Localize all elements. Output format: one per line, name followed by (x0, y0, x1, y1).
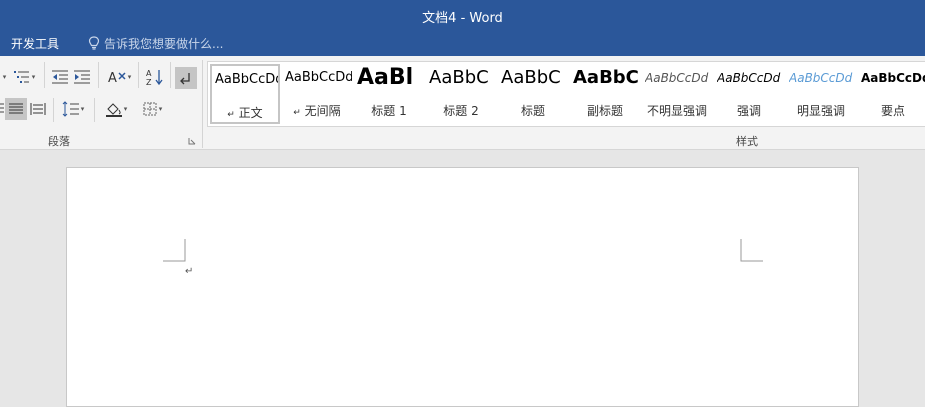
decrease-indent-icon (52, 70, 68, 84)
style-name: 标题 1 (371, 104, 407, 118)
decrease-indent-button[interactable] (50, 67, 70, 87)
margin-corner-top-left (163, 239, 186, 262)
multilevel-list-icon (13, 71, 29, 83)
style-name: ↵ 正文 (227, 106, 263, 120)
style-preview: AaBbCcDd (285, 70, 352, 85)
distributed-button[interactable] (28, 98, 48, 120)
shading-bucket-icon (105, 103, 122, 117)
distributed-align-icon (30, 103, 46, 115)
style-preview: AaBbCcDd (789, 71, 853, 85)
line-spacing-button[interactable]: ▾ (58, 98, 88, 120)
style-preview: AaBbC (573, 67, 639, 88)
bullets-dropdown[interactable]: ▾ (0, 67, 8, 87)
style-preview: AaBl (357, 65, 414, 90)
dialog-launcher-icon (188, 138, 196, 145)
style-name: 要点 (880, 104, 905, 118)
style-preview: AaBbC (501, 67, 561, 88)
paragraph-mark-icon (180, 73, 190, 85)
document-area: ↵ (0, 150, 925, 407)
justify-button[interactable] (5, 98, 27, 120)
tell-me-box[interactable]: 告诉我您想要做什么... (88, 34, 223, 52)
align-left-icon (0, 103, 4, 113)
ribbon: ▾ ▾ A ▾ A Z ▾ ▾ ▾ 段落 AaBbCcDd ↵ 正文 AaBbC… (0, 56, 925, 150)
style-name: 明显强调 (796, 104, 845, 118)
style-name: 强调 (736, 104, 761, 118)
justify-icon (9, 103, 23, 114)
style-name: 不明显强调 (646, 104, 707, 118)
show-marks-button[interactable] (175, 67, 197, 89)
style-strong[interactable]: AaBbCcDd 要点 (858, 64, 925, 124)
style-name: ↵ 无间隔 (293, 104, 341, 118)
chinese-layout-button[interactable]: A ▾ (104, 67, 134, 87)
title-bar: 文档4 - Word (0, 0, 925, 31)
style-no-spacing[interactable]: AaBbCcDd ↵ 无间隔 (282, 64, 352, 124)
chinese-layout-icon: A (108, 71, 126, 85)
style-subtitle[interactable]: AaBbC 副标题 (570, 64, 640, 124)
style-preview: AaBbCcDd (215, 72, 278, 87)
align-left-button[interactable] (0, 98, 4, 120)
svg-text:A: A (146, 69, 152, 78)
style-heading-2[interactable]: AaBbC 标题 2 (426, 64, 496, 124)
shading-button[interactable]: ▾ (100, 98, 132, 120)
line-spacing-icon (62, 101, 79, 117)
tab-developer[interactable]: 开发工具 (11, 35, 59, 52)
borders-grid-icon (143, 102, 157, 116)
style-name: 标题 2 (443, 104, 479, 118)
style-preview: AaBbCcDd (645, 71, 709, 85)
styles-group-label: 样式 (736, 135, 758, 148)
style-subtle-emphasis[interactable]: AaBbCcDd 不明显强调 (642, 64, 712, 124)
borders-button[interactable]: ▾ (136, 98, 168, 120)
style-preview: AaBbCcDd (717, 71, 781, 85)
paragraph-dialog-launcher[interactable] (187, 136, 197, 146)
paragraph-group-label: 段落 (48, 135, 70, 148)
style-name: 标题 (520, 104, 545, 118)
style-emphasis[interactable]: AaBbCcDd 强调 (714, 64, 784, 124)
styles-gallery: AaBbCcDd ↵ 正文 AaBbCcDd ↵ 无间隔 AaBl 标题 1 A… (207, 61, 925, 127)
paragraph-mark: ↵ (185, 266, 194, 277)
menu-bar: 开发工具 告诉我您想要做什么... (0, 31, 925, 56)
style-preview: AaBbC (429, 67, 489, 88)
document-page[interactable]: ↵ (66, 167, 859, 407)
tell-me-input: 告诉我您想要做什么... (104, 36, 224, 51)
sort-button[interactable]: A Z (144, 67, 166, 87)
svg-text:A: A (108, 71, 117, 85)
style-preview: AaBbCcDd (861, 71, 925, 85)
style-normal[interactable]: AaBbCcDd ↵ 正文 (210, 64, 280, 124)
style-title[interactable]: AaBbC 标题 (498, 64, 568, 124)
increase-indent-button[interactable] (72, 67, 92, 87)
style-intense-emphasis[interactable]: AaBbCcDd 明显强调 (786, 64, 856, 124)
svg-text:Z: Z (146, 78, 152, 86)
sort-az-icon: A Z (146, 69, 163, 86)
margin-corner-top-right (740, 239, 763, 262)
lightbulb-icon (88, 36, 100, 50)
increase-indent-icon (74, 70, 90, 84)
multilevel-list-button[interactable]: ▾ (10, 67, 38, 87)
style-name: 副标题 (586, 104, 623, 118)
style-heading-1[interactable]: AaBl 标题 1 (354, 64, 424, 124)
window-title: 文档4 - Word (422, 11, 503, 26)
